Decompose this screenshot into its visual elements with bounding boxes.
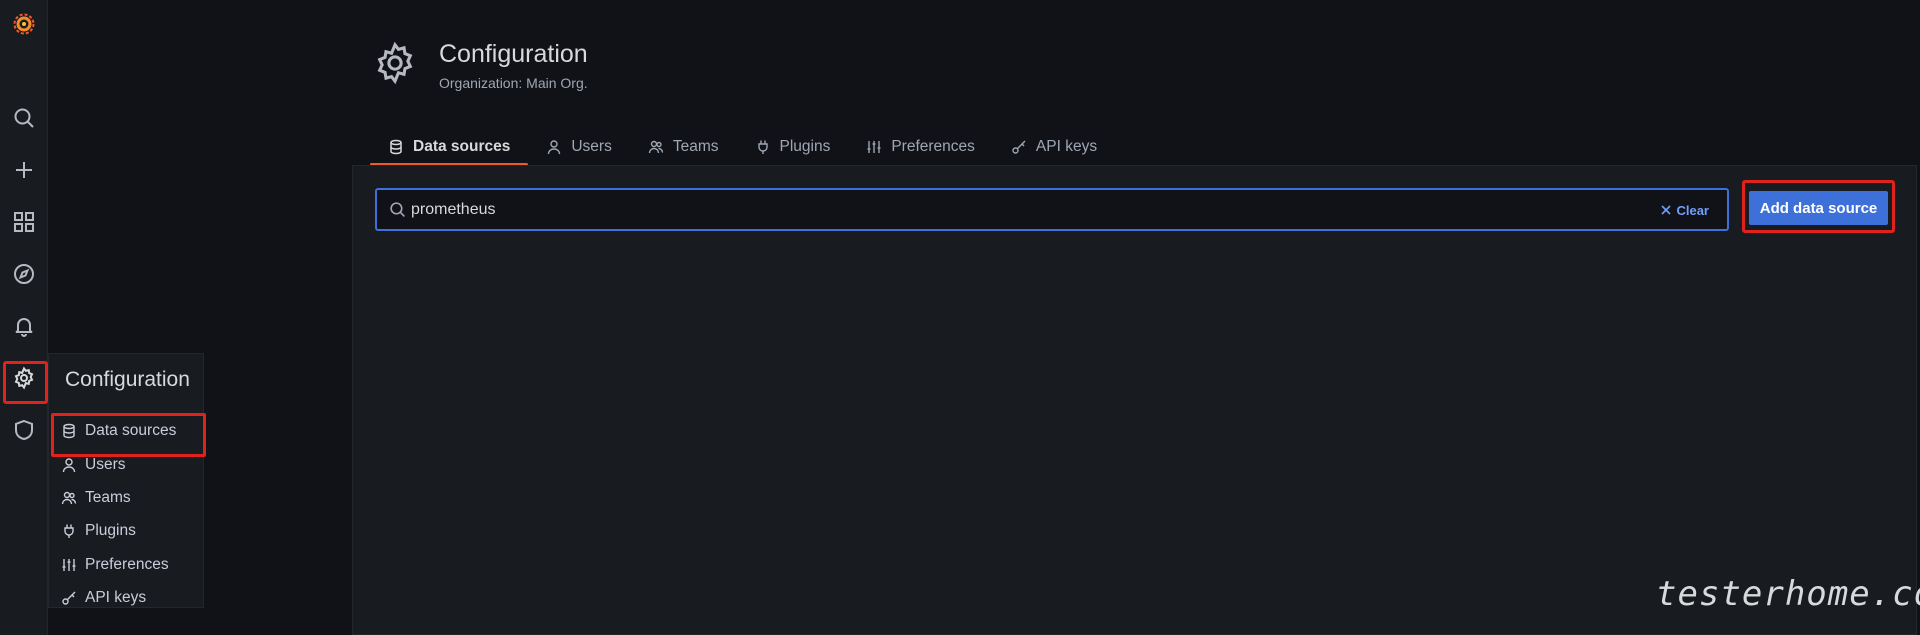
flyout-title: Configuration xyxy=(65,368,190,391)
tab-api-keys[interactable]: API keys xyxy=(993,128,1115,166)
flyout-item-data-sources[interactable]: Data sources xyxy=(51,413,206,457)
plus-icon[interactable] xyxy=(0,146,48,194)
key-icon xyxy=(1012,140,1026,154)
flyout-item-label: Users xyxy=(85,456,126,473)
search-icon[interactable] xyxy=(0,94,48,142)
tab-plugins[interactable]: Plugins xyxy=(737,128,849,166)
flyout-item-label: Data sources xyxy=(85,422,177,439)
add-data-source-highlight: Add data source xyxy=(1742,180,1895,233)
compass-icon[interactable] xyxy=(0,250,48,298)
tab-label: Preferences xyxy=(891,138,975,155)
flyout-item-label: API keys xyxy=(85,589,147,606)
gear-icon xyxy=(377,41,413,85)
user-icon xyxy=(548,140,561,155)
close-icon xyxy=(1661,205,1672,215)
page-title: Configuration xyxy=(439,40,588,68)
search-input[interactable] xyxy=(411,190,1611,229)
configuration-flyout-menu: Configuration Data sources Users Teams P… xyxy=(48,353,206,608)
users-icon xyxy=(61,491,77,505)
database-icon xyxy=(390,139,402,155)
bell-icon[interactable] xyxy=(0,302,48,350)
shield-icon[interactable] xyxy=(0,406,48,454)
sliders-icon xyxy=(867,141,881,153)
add-data-source-button[interactable]: Add data source xyxy=(1749,191,1888,225)
users-icon xyxy=(648,140,664,154)
tab-users[interactable]: Users xyxy=(528,128,629,166)
tab-label: API keys xyxy=(1035,138,1098,155)
search-box: Clear xyxy=(375,188,1729,231)
search-icon xyxy=(390,202,405,217)
flyout-item-label: Plugins xyxy=(85,522,136,539)
user-icon xyxy=(62,458,76,473)
flyout-item-label: Teams xyxy=(85,489,131,506)
page-subtitle: Organization: Main Org. xyxy=(439,75,588,91)
dashboards-icon[interactable] xyxy=(0,198,48,246)
plug-icon xyxy=(64,524,74,538)
tab-label: Data sources xyxy=(413,138,511,155)
tab-data-sources[interactable]: Data sources xyxy=(370,128,529,166)
clear-label: Clear xyxy=(1676,202,1709,218)
database-icon xyxy=(63,423,75,439)
clear-button[interactable]: Clear xyxy=(1661,200,1709,220)
watermark: testerhome.com xyxy=(1656,574,1920,614)
grafana-logo-icon[interactable] xyxy=(0,0,48,48)
tab-teams[interactable]: Teams xyxy=(630,128,737,166)
plug-icon xyxy=(757,140,768,154)
flyout-item-preferences[interactable]: Preferences xyxy=(57,550,199,580)
config-tabs: Data sources Users Teams Plugins Prefere… xyxy=(370,128,1115,166)
flyout-item-teams[interactable]: Teams xyxy=(57,483,199,513)
gear-icon[interactable] xyxy=(0,354,48,404)
tab-label: Users xyxy=(571,138,612,155)
flyout-item-users[interactable]: Users xyxy=(57,450,199,480)
content-panel xyxy=(352,165,1917,635)
side-nav-rail xyxy=(0,0,48,635)
tab-preferences[interactable]: Preferences xyxy=(848,128,993,166)
tab-label: Teams xyxy=(672,138,719,155)
tab-label: Plugins xyxy=(779,138,831,155)
key-icon xyxy=(62,591,76,605)
flyout-item-plugins[interactable]: Plugins xyxy=(57,516,199,546)
flyout-item-api-keys[interactable]: API keys xyxy=(57,583,199,613)
sliders-icon xyxy=(62,559,76,571)
flyout-item-label: Preferences xyxy=(85,556,169,573)
